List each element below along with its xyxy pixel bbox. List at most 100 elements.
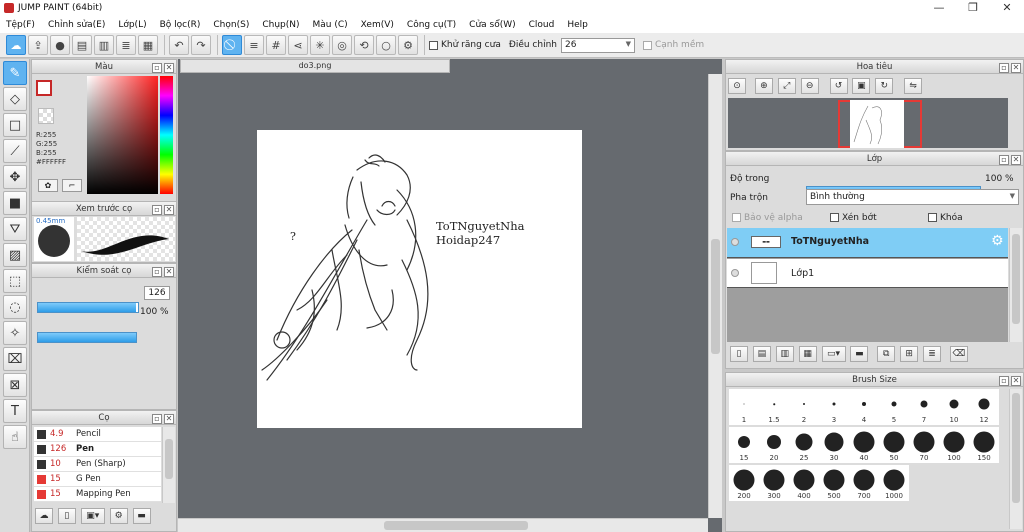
brush-size-cell[interactable]: 200 [729, 465, 759, 501]
palette-icon[interactable]: ✿ [38, 179, 58, 192]
rotate-right-icon[interactable]: ↻ [875, 78, 894, 94]
zoom-out-icon[interactable]: ⊖ [800, 78, 819, 94]
brush-size-cell[interactable]: 150 [969, 427, 999, 463]
brush-size-cell[interactable]: 3 [819, 389, 849, 425]
brush-size-cell[interactable]: 7 [909, 389, 939, 425]
text-icon[interactable]: T [3, 399, 27, 423]
minimize-button[interactable]: — [922, 0, 956, 16]
menu-cloud[interactable]: Cloud [529, 20, 555, 30]
panel-close-icon[interactable]: ✕ [164, 267, 174, 277]
eraser-icon[interactable]: ◇ [3, 87, 27, 111]
hatch-icon[interactable]: ≡ [244, 35, 264, 55]
brush-size-cell[interactable]: 70 [909, 427, 939, 463]
edge-checkbox[interactable] [642, 40, 652, 50]
brush-row[interactable]: 4.9 Pencil [34, 427, 161, 442]
gear-icon[interactable]: ⚙ [398, 35, 418, 55]
page-icon[interactable]: ▥ [94, 35, 114, 55]
new-vector-layer-icon[interactable]: ▦ [798, 346, 817, 362]
menu-window[interactable]: Cửa sổ(W) [469, 20, 515, 30]
brush-size-cell[interactable]: 4 [849, 389, 879, 425]
merge-layer-icon[interactable]: ⊞ [900, 346, 919, 362]
zoom-in-icon[interactable]: ⊕ [754, 78, 773, 94]
brush-row[interactable]: 15 Mapping Pen [34, 487, 161, 502]
zoom-reset-icon[interactable]: ⊙ [728, 78, 746, 94]
new-brush-icon[interactable]: ▯ [57, 508, 76, 524]
eye-icon[interactable] [731, 238, 739, 246]
menu-layer[interactable]: Lớp(L) [118, 20, 146, 30]
rectangle-icon[interactable]: □ [3, 113, 27, 137]
panel-close-icon[interactable]: ✕ [164, 63, 174, 73]
panel-float-icon[interactable]: ▫ [999, 376, 1009, 386]
new-layer-icon[interactable]: ▯ [730, 346, 748, 362]
redo-icon[interactable]: ↷ [191, 35, 211, 55]
blend-mode-select[interactable]: Bình thường ▼ [806, 189, 1019, 205]
fit-window-icon[interactable]: ▣ [852, 78, 871, 94]
menu-capture[interactable]: Chụp(N) [262, 20, 299, 30]
panel-close-icon[interactable]: ✕ [1011, 376, 1021, 386]
layer-row[interactable]: Lớp1 [727, 259, 1008, 288]
new-layer-from-file-icon[interactable]: ▤ [752, 346, 771, 362]
menu-help[interactable]: Help [567, 20, 588, 30]
foreground-color-swatch[interactable] [36, 80, 52, 96]
move-icon[interactable]: ✥ [3, 165, 27, 189]
rotate-left-icon[interactable]: ↺ [829, 78, 848, 94]
adjust-select[interactable]: 26 ▼ [560, 37, 635, 53]
brush-size-slider[interactable] [37, 302, 139, 313]
menu-color[interactable]: Màu (C) [313, 20, 348, 30]
protect-alpha-checkbox[interactable] [732, 213, 741, 222]
panel-float-icon[interactable]: ▫ [152, 63, 162, 73]
lasso-icon[interactable]: ◌ [3, 295, 27, 319]
select-rect-icon[interactable]: ⬚ [3, 269, 27, 293]
slash-icon[interactable]: ⃠ [222, 35, 242, 55]
cloud-upload-icon[interactable]: ☁ [35, 508, 53, 524]
brush-size-cell[interactable]: 5 [879, 389, 909, 425]
brush-size-cell[interactable]: 50 [879, 427, 909, 463]
magic-wand-icon[interactable]: ✧ [3, 321, 27, 345]
flip-icon[interactable]: ⇋ [904, 78, 923, 94]
concentric-icon[interactable]: ◎ [332, 35, 352, 55]
brush-size-cell[interactable]: 1000 [879, 465, 909, 501]
layer-type-menu-icon[interactable]: ▭▾ [821, 346, 846, 362]
eye-icon[interactable] [731, 269, 739, 277]
bucket-icon[interactable]: ⛛ [3, 217, 27, 241]
brush-size-cell[interactable]: 2 [789, 389, 819, 425]
panel-float-icon[interactable]: ▫ [152, 414, 162, 424]
panel-close-icon[interactable]: ✕ [1011, 155, 1021, 165]
brush-row[interactable]: 15 G Pen [34, 472, 161, 487]
brush-size-cell[interactable]: 15 [729, 427, 759, 463]
menu-file[interactable]: Tệp(F) [6, 20, 35, 30]
grid-settings-icon[interactable]: ▦ [138, 35, 158, 55]
layer-row[interactable]: ▬▬ ToTNguyetNha ⚙ [727, 228, 1008, 258]
brush-size-cell[interactable]: 1.5 [759, 389, 789, 425]
brush-size-cell[interactable]: 300 [759, 465, 789, 501]
select-pen-icon[interactable]: ⌧ [3, 347, 27, 371]
cloud-icon[interactable]: ☁ [6, 35, 26, 55]
brush-size-cell[interactable]: 10 [939, 389, 969, 425]
brush-size-cell[interactable]: 500 [819, 465, 849, 501]
panel-float-icon[interactable]: ▫ [999, 155, 1009, 165]
menu-view[interactable]: Xem(V) [361, 20, 394, 30]
panel-float-icon[interactable]: ▫ [999, 63, 1009, 73]
lock-checkbox[interactable] [928, 213, 937, 222]
brush-size-cell[interactable]: 400 [789, 465, 819, 501]
brush-size-cell[interactable]: 100 [939, 427, 969, 463]
layer-list-icon[interactable]: ≣ [923, 346, 941, 362]
message-icon[interactable]: ▤ [72, 35, 92, 55]
folder-icon[interactable]: ▬ [132, 508, 151, 524]
panel-close-icon[interactable]: ✕ [164, 414, 174, 424]
brush-size-cell[interactable]: 40 [849, 427, 879, 463]
navigator-preview[interactable] [728, 98, 1008, 148]
canvas-horizontal-scrollbar[interactable] [178, 518, 708, 532]
maximize-button[interactable]: ❐ [956, 0, 990, 16]
brush-gear-icon[interactable]: ⚙ [150, 442, 159, 457]
copy-layer-icon[interactable]: ▥ [775, 346, 794, 362]
layer-gear-icon[interactable]: ⚙ [991, 233, 1004, 249]
brush-size-cell[interactable]: 20 [759, 427, 789, 463]
circle-icon[interactable]: ○ [376, 35, 396, 55]
brush-settings-icon[interactable]: ⚙ [109, 508, 128, 524]
gradient-icon[interactable]: ▨ [3, 243, 27, 267]
brush-size-scrollbar[interactable] [1009, 389, 1022, 529]
brush-opacity-slider[interactable] [37, 332, 137, 343]
fit-icon[interactable]: ⤢ [777, 78, 796, 94]
undo-icon[interactable]: ↶ [169, 35, 189, 55]
